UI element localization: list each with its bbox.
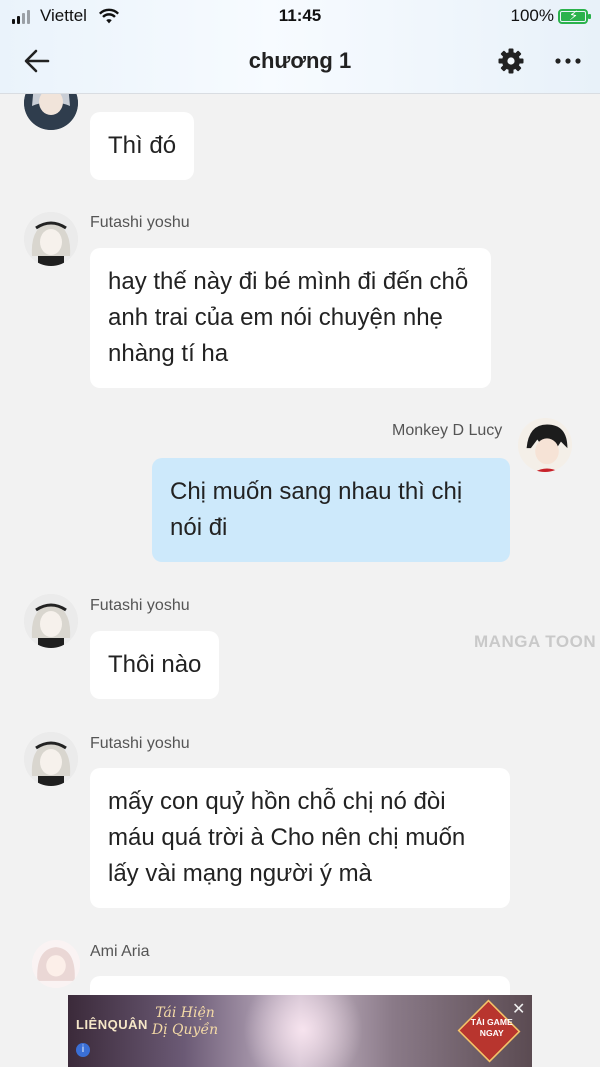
sender-name: Futashi yoshu: [90, 214, 190, 231]
avatar-art: [24, 594, 78, 648]
avatar[interactable]: [518, 418, 572, 472]
watermark: MANGA TOON: [474, 632, 597, 651]
sender-name: Monkey D Lucy: [392, 422, 503, 439]
avatar-art: [518, 418, 572, 472]
ad-close-icon[interactable]: ✕: [512, 999, 525, 1019]
avatar[interactable]: [24, 594, 78, 648]
message-text: mấy con quỷ hồn chỗ chị nó đòi máu quá t…: [108, 788, 466, 887]
ad-banner[interactable]: LIÊNQUÂN Tái Hiện Dị Quyền i TẢI GAME NG…: [68, 995, 532, 1067]
message-bubble[interactable]: hay thế này đi bé mình đi đến chỗ anh tr…: [90, 248, 491, 388]
nav-bar: chương 1: [0, 40, 600, 84]
top-bar: Viettel 11:45 100% ⚡ chương 1: [0, 0, 600, 94]
message-text: Thì đó: [108, 132, 177, 159]
battery-percent: 100%: [510, 6, 554, 25]
chat-area[interactable]: Thì đó Futashi yoshu hay thế này đi bé m…: [0, 76, 600, 1067]
message-bubble[interactable]: mấy con quỷ hồn chỗ chị nó đòi máu quá t…: [90, 768, 510, 908]
message-text: Thôi nào: [108, 651, 202, 678]
ad-promo-text: Tái Hiện Dị Quyền: [151, 1005, 219, 1038]
message-bubble[interactable]: Chị muốn sang nhau thì chị nói đi: [152, 458, 510, 562]
sender-name: Futashi yoshu: [90, 597, 190, 614]
avatar-art: [32, 940, 80, 988]
sender-name: Ami Aria: [90, 943, 150, 960]
message-bubble[interactable]: Thì đó: [90, 112, 195, 180]
avatar-art: [24, 212, 78, 266]
ad-cta-label: TẢI GAME NGAY: [470, 1018, 513, 1039]
ad-brand-logo: LIÊNQUÂN: [76, 1017, 148, 1032]
message-text: Chị muốn sang nhau thì chị nói đi: [170, 478, 463, 541]
avatar[interactable]: [24, 212, 78, 266]
status-bar: Viettel 11:45 100% ⚡: [0, 4, 600, 28]
avatar-art: [24, 732, 78, 786]
avatar[interactable]: [32, 940, 80, 988]
ad-artwork: [238, 995, 368, 1067]
battery-icon: ⚡: [558, 8, 591, 24]
message-text: hay thế này đi bé mình đi đến chỗ anh tr…: [108, 268, 469, 367]
ad-download-button[interactable]: TẢI GAME NGAY: [457, 999, 521, 1063]
avatar[interactable]: [24, 732, 78, 786]
message-bubble[interactable]: Thôi nào: [90, 631, 220, 699]
gear-icon[interactable]: [496, 46, 526, 76]
more-icon[interactable]: [552, 46, 584, 76]
ad-info-icon[interactable]: i: [76, 1043, 90, 1057]
sender-name: Futashi yoshu: [90, 735, 190, 752]
